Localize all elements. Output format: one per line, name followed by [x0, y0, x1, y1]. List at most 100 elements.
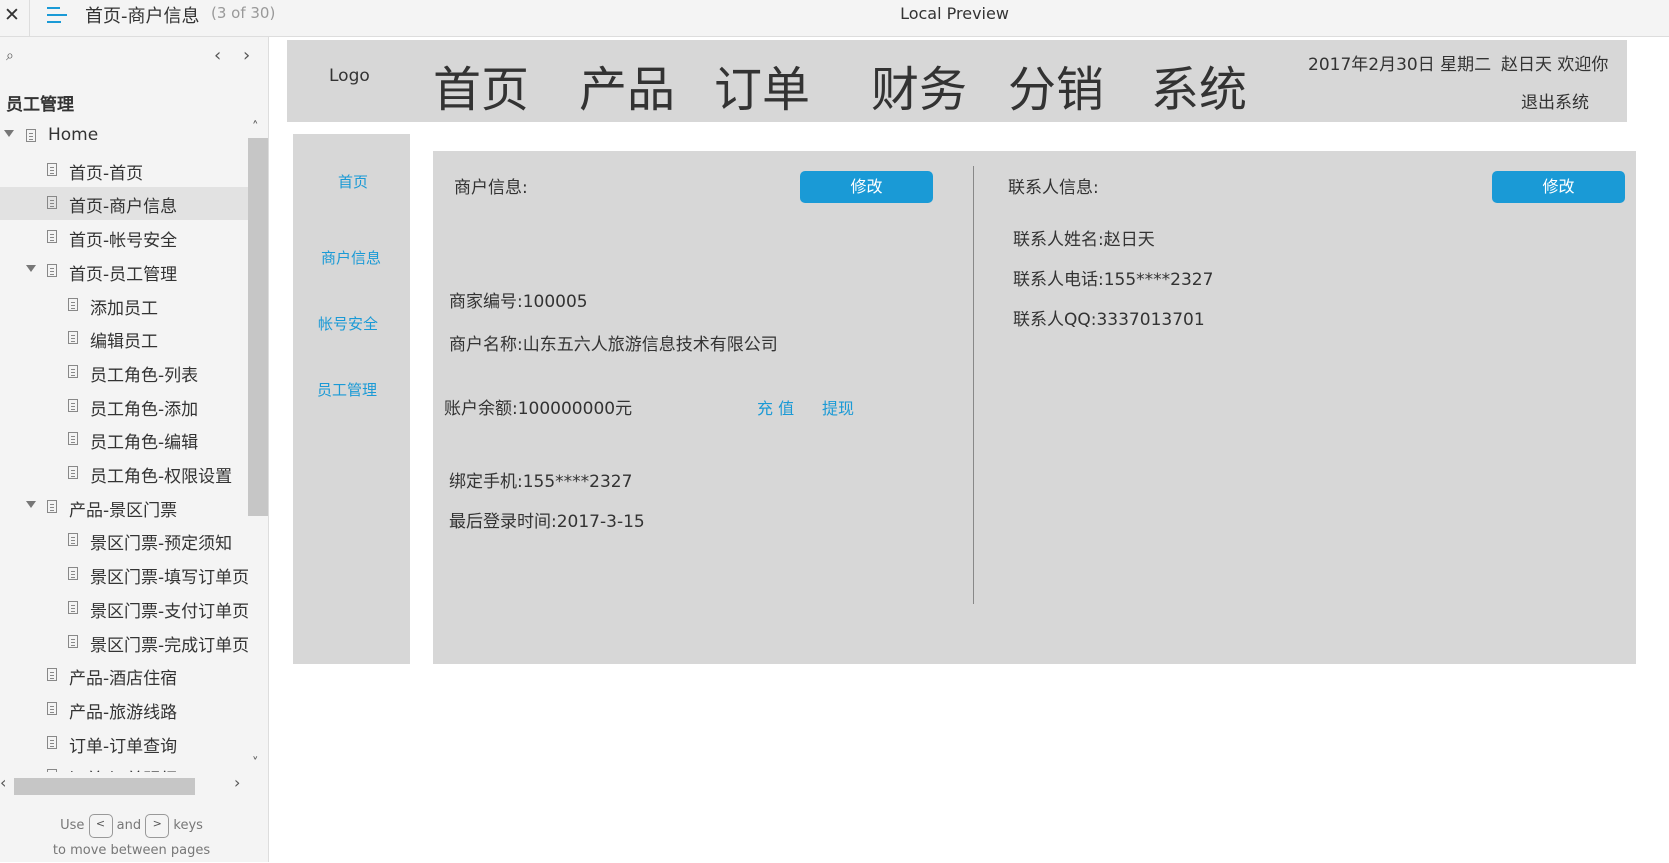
page-icon — [26, 129, 36, 142]
horizontal-scrollbar-thumb[interactable] — [14, 778, 195, 795]
tree-item-label: 首页-商户信息 — [69, 197, 178, 218]
scroll-up-icon[interactable]: ˄ — [252, 120, 259, 135]
bound-phone: 绑定手机:155****2327 — [449, 472, 633, 492]
tree-item-label: Home — [48, 125, 99, 145]
side-nav-staff[interactable]: 员工管理 — [317, 379, 377, 400]
tree-item[interactable]: 首页-首页 — [0, 154, 248, 187]
page-icon — [47, 735, 57, 749]
user-greeting: 赵日天 欢迎你 — [1501, 55, 1609, 75]
tree-item[interactable]: 产品-旅游线路 — [0, 693, 248, 726]
tree-item[interactable]: 员工角色-添加 — [0, 390, 248, 423]
help-text: to move between pages — [52, 843, 211, 858]
logo: Logo — [329, 66, 370, 86]
nav-system[interactable]: 系统 — [1151, 50, 1247, 120]
withdraw-link[interactable]: 提现 — [822, 395, 854, 419]
page-icon — [68, 533, 78, 547]
current-date: 2017年2月30日 星期二 — [1308, 55, 1492, 75]
tree-item[interactable]: 首页-商户信息 — [0, 187, 248, 221]
nav-finance[interactable]: 财务 — [871, 50, 967, 120]
page-icon — [68, 432, 78, 446]
tree-item[interactable]: 产品-景区门票 — [0, 491, 248, 524]
vertical-scrollbar[interactable]: ˄ ˅ — [248, 120, 268, 772]
tree-item-label: 产品-旅游线路 — [69, 702, 178, 723]
nav-orders[interactable]: 订单 — [714, 50, 810, 120]
logout-link[interactable]: 退出系统 — [1521, 88, 1589, 113]
tree-item-label: 首页-帐号安全 — [69, 231, 178, 252]
horizontal-scrollbar[interactable]: ‹ › — [0, 773, 248, 795]
viewer-toolbar: ✕ 首页-商户信息 (3 of 30) Local Preview — [0, 0, 1669, 37]
tree-item[interactable]: 首页-员工管理 — [0, 255, 248, 288]
sidebar-title: 员工管理 — [6, 95, 74, 115]
nav-home[interactable]: 首页 — [433, 50, 529, 120]
tree-item-label: 员工角色-添加 — [90, 399, 199, 420]
tree-item-label: 员工角色-编辑 — [90, 433, 199, 454]
tree-item[interactable]: 首页-帐号安全 — [0, 221, 248, 254]
page-icon — [68, 364, 78, 378]
tree-item[interactable]: 员工角色-编辑 — [0, 423, 248, 456]
tree-item[interactable]: 员工角色-权限设置 — [0, 457, 248, 490]
tree-item[interactable]: 订单-订单查询 — [0, 727, 248, 760]
page-icon — [68, 297, 78, 311]
tree-item-label: 订单-订单查询 — [69, 736, 178, 757]
edit-contact-button[interactable]: 修改 — [1492, 171, 1625, 203]
edit-merchant-button[interactable]: 修改 — [800, 171, 933, 203]
tree-item[interactable]: 景区门票-预定须知 — [0, 524, 248, 557]
tree-item[interactable]: 景区门票-支付订单页 — [0, 592, 248, 625]
tree-item[interactable]: 编辑员工 — [0, 322, 248, 355]
tree-item[interactable]: 景区门票-完成订单页 — [0, 626, 248, 659]
expand-arrow-icon[interactable] — [26, 264, 36, 272]
contact-qq: 联系人QQ:3337013701 — [1013, 310, 1205, 330]
tree-item[interactable]: 景区门票-填写订单页 — [0, 558, 248, 591]
expand-arrow-icon[interactable] — [4, 130, 14, 137]
page-icon — [68, 634, 78, 648]
merchant-name: 商户名称:山东五六人旅游信息技术有限公司 — [449, 335, 778, 355]
side-nav-home[interactable]: 首页 — [338, 171, 368, 192]
tree-item[interactable]: 添加员工 — [0, 289, 248, 322]
search-icon[interactable]: ⌕ — [6, 48, 14, 64]
next-page-icon[interactable]: › — [243, 45, 250, 66]
keyboard-help: Use < and > keys to move between pages — [0, 813, 263, 863]
help-text: keys — [173, 818, 203, 833]
last-login: 最后登录时间:2017-3-15 — [449, 512, 645, 532]
page-tree: Home 首页-首页首页-商户信息 首页-帐号安全首页-员工管理 添加员工 编辑员工员工… — [0, 120, 248, 772]
page-icon — [47, 668, 57, 682]
scroll-left-icon[interactable]: ‹ — [0, 773, 6, 792]
scroll-down-icon[interactable]: ˅ — [252, 756, 259, 771]
page-icon — [47, 196, 57, 210]
expand-arrow-icon[interactable] — [26, 500, 36, 508]
next-key: > — [145, 813, 170, 838]
prev-page-icon[interactable]: ‹ — [214, 45, 221, 66]
prev-key: < — [88, 813, 113, 838]
tree-item-label: 景区门票-预定须知 — [90, 534, 233, 555]
page-icon — [68, 600, 78, 614]
preview-title: Local Preview — [900, 4, 1009, 23]
account-balance: 账户余额:100000000元 — [444, 399, 633, 419]
tree-item[interactable]: 员工角色-列表 — [0, 356, 248, 389]
tree-item[interactable]: 产品-酒店住宿 — [0, 659, 248, 692]
page-icon — [47, 769, 57, 772]
tree-item-label: 景区门票-完成订单页 — [90, 635, 248, 656]
recharge-link[interactable]: 充 值 — [757, 395, 794, 419]
tree-item-label: 首页-首页 — [69, 163, 144, 184]
page-icon — [68, 466, 78, 479]
tree-item[interactable]: Home — [0, 120, 248, 153]
page-icon — [47, 230, 57, 244]
nav-distribution[interactable]: 分销 — [1008, 50, 1104, 120]
tree-item-label: 员工角色-列表 — [90, 365, 199, 386]
nav-products[interactable]: 产品 — [579, 50, 675, 120]
page-icon — [68, 331, 78, 345]
tree-item-label: 员工角色-权限设置 — [90, 467, 233, 487]
tree-item[interactable]: 订单-订单明细 — [0, 760, 248, 772]
side-nav-account-security[interactable]: 帐号安全 — [318, 313, 378, 334]
contact-name: 联系人姓名:赵日天 — [1013, 230, 1155, 250]
side-nav-merchant-info[interactable]: 商户信息 — [321, 247, 381, 268]
merchant-heading: 商户信息: — [454, 178, 528, 198]
page-icon — [68, 398, 78, 412]
merchant-id: 商家编号:100005 — [449, 292, 588, 312]
tree-item-label: 产品-酒店住宿 — [69, 669, 178, 690]
scrollbar-thumb[interactable] — [248, 138, 268, 516]
scroll-right-icon[interactable]: › — [234, 773, 240, 792]
page-icon — [47, 499, 57, 513]
tree-item-label: 订单-订单明细 — [69, 765, 177, 772]
contact-heading: 联系人信息: — [1008, 178, 1099, 198]
